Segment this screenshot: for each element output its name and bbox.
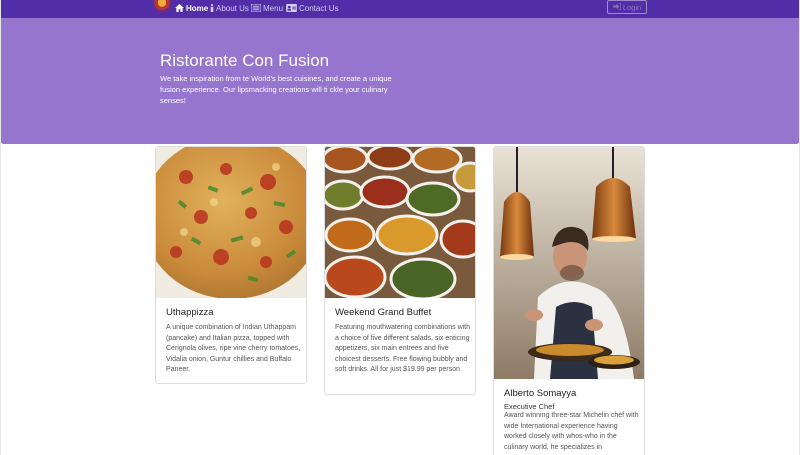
restaurant-title: Ristorante Con Fusion bbox=[160, 51, 330, 70]
card-title: Uthappizza bbox=[166, 307, 214, 318]
pizza-photo bbox=[156, 147, 306, 298]
nav-item-about[interactable]: About Us bbox=[210, 1, 249, 15]
card-text: Featuring mouthwatering combinations wit… bbox=[335, 324, 471, 374]
restaurant-description: We take inspiration from te World's best… bbox=[160, 74, 392, 105]
navbar: Home About Us Menu Contact Us Login bbox=[0, 0, 800, 18]
login-label: Login bbox=[622, 2, 642, 12]
sign-in-icon bbox=[612, 2, 622, 12]
nav-item-contact[interactable]: Contact Us bbox=[286, 1, 339, 15]
leader-card[interactable]: Alberto Somayya Executive Chef Award win… bbox=[493, 146, 645, 455]
promotion-card[interactable]: Weekend Grand Buffet Featuring mouthwate… bbox=[324, 146, 476, 395]
dish-card[interactable]: Uthappizza A unique combination of India… bbox=[155, 146, 307, 384]
chef-photo bbox=[494, 147, 644, 379]
brand-logo[interactable] bbox=[153, 0, 171, 13]
nav-menu-label: Menu bbox=[263, 3, 284, 13]
window-edge bbox=[0, 0, 1, 455]
jumbotron: Ristorante Con Fusion We take inspiratio… bbox=[0, 18, 800, 144]
nav-home-label: Home bbox=[186, 3, 209, 13]
list-icon bbox=[251, 4, 261, 12]
leader-designation: Executive Chef bbox=[504, 402, 555, 411]
nav-contact-label: Contact Us bbox=[299, 3, 339, 13]
login-button[interactable]: Login bbox=[607, 0, 647, 14]
leader-name: Alberto Somayya bbox=[504, 388, 577, 399]
buffet-photo bbox=[325, 147, 475, 298]
nav-item-home[interactable]: Home bbox=[175, 1, 208, 15]
nav-item-menu[interactable]: Menu bbox=[251, 1, 283, 15]
home-icon bbox=[175, 4, 184, 12]
info-icon bbox=[210, 4, 214, 12]
address-card-icon bbox=[286, 4, 297, 12]
nav-about-label: About Us bbox=[216, 3, 249, 13]
card-text: A unique combination of Indian Uthappam … bbox=[166, 324, 301, 374]
card-text: Award winning three-star Michelin chef w… bbox=[504, 412, 639, 451]
card-title: Weekend Grand Buffet bbox=[335, 307, 432, 318]
